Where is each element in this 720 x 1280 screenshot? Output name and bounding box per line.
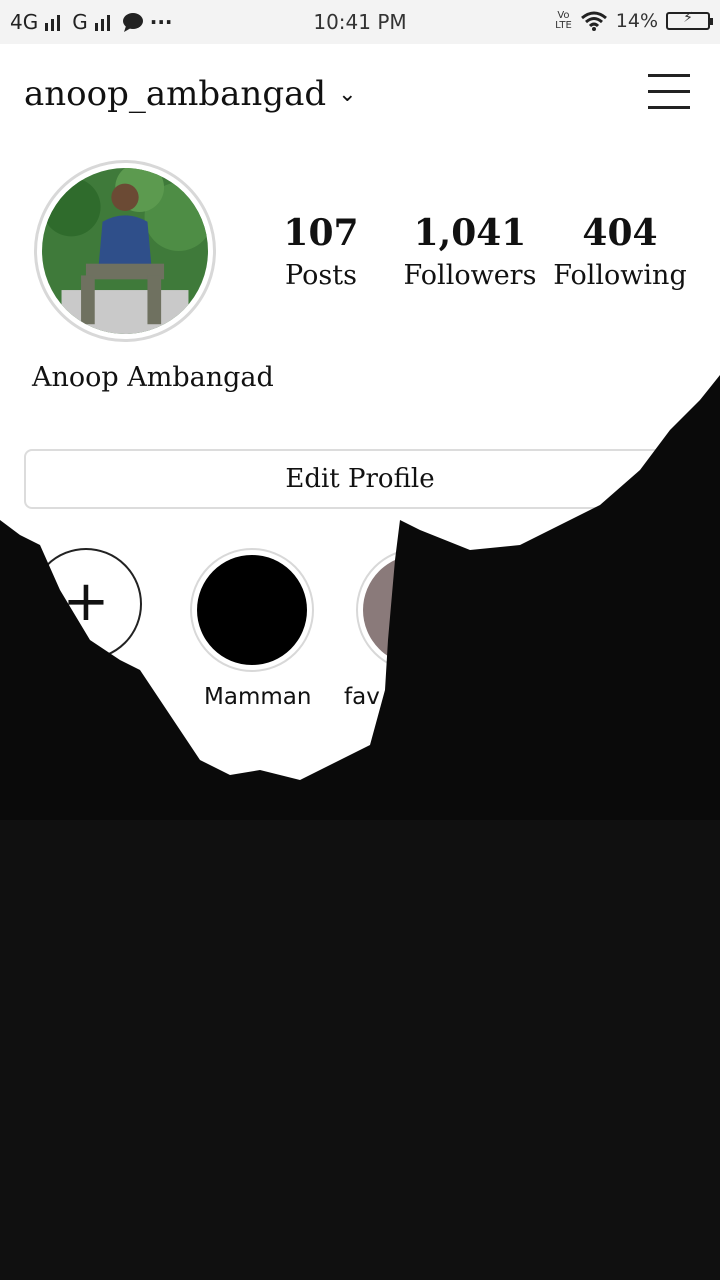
edit-profile-button[interactable]: Edit Profile bbox=[24, 449, 696, 509]
username: anoop_ambangad bbox=[24, 74, 327, 114]
profile-photo bbox=[42, 168, 208, 334]
posts-count: 107 bbox=[283, 212, 359, 254]
highlight-label: Mamman bbox=[204, 684, 312, 710]
battery-icon: ⚡ bbox=[666, 10, 713, 30]
followers-stat[interactable]: 1,041 Followers bbox=[390, 212, 550, 291]
status-right: Vo LTE 14% ⚡ bbox=[555, 10, 713, 32]
chevron-down-icon: ⌄ bbox=[338, 81, 357, 107]
following-stat[interactable]: 404 Following bbox=[540, 212, 700, 291]
new-highlight-button[interactable]: + bbox=[30, 548, 142, 660]
wifi-icon bbox=[580, 11, 607, 31]
profile-header: anoop_ambangad ⌄ bbox=[0, 44, 720, 148]
status-bar: 4G G ··· 10:41 PM Vo LTE 14% ⚡ bbox=[0, 0, 720, 44]
plus-icon: + bbox=[62, 569, 110, 634]
followers-count: 1,041 bbox=[413, 212, 527, 254]
profile-avatar[interactable] bbox=[34, 160, 216, 342]
following-count: 404 bbox=[582, 212, 658, 254]
profile-full-name: Anoop Ambangad bbox=[32, 362, 274, 393]
volte-icon: Vo LTE bbox=[555, 10, 572, 31]
battery-percent: 14% bbox=[615, 10, 658, 32]
account-switcher[interactable]: anoop_ambangad ⌄ bbox=[24, 74, 357, 114]
highlight-fav[interactable] bbox=[356, 548, 480, 672]
highlight-label: fav bbox=[344, 684, 380, 710]
posts-stat[interactable]: 107 Posts bbox=[241, 212, 401, 291]
highlight-mamman[interactable] bbox=[190, 548, 314, 672]
following-label: Following bbox=[553, 260, 687, 291]
followers-label: Followers bbox=[403, 260, 537, 291]
posts-label: Posts bbox=[285, 260, 357, 291]
hamburger-menu-icon[interactable] bbox=[648, 74, 690, 110]
